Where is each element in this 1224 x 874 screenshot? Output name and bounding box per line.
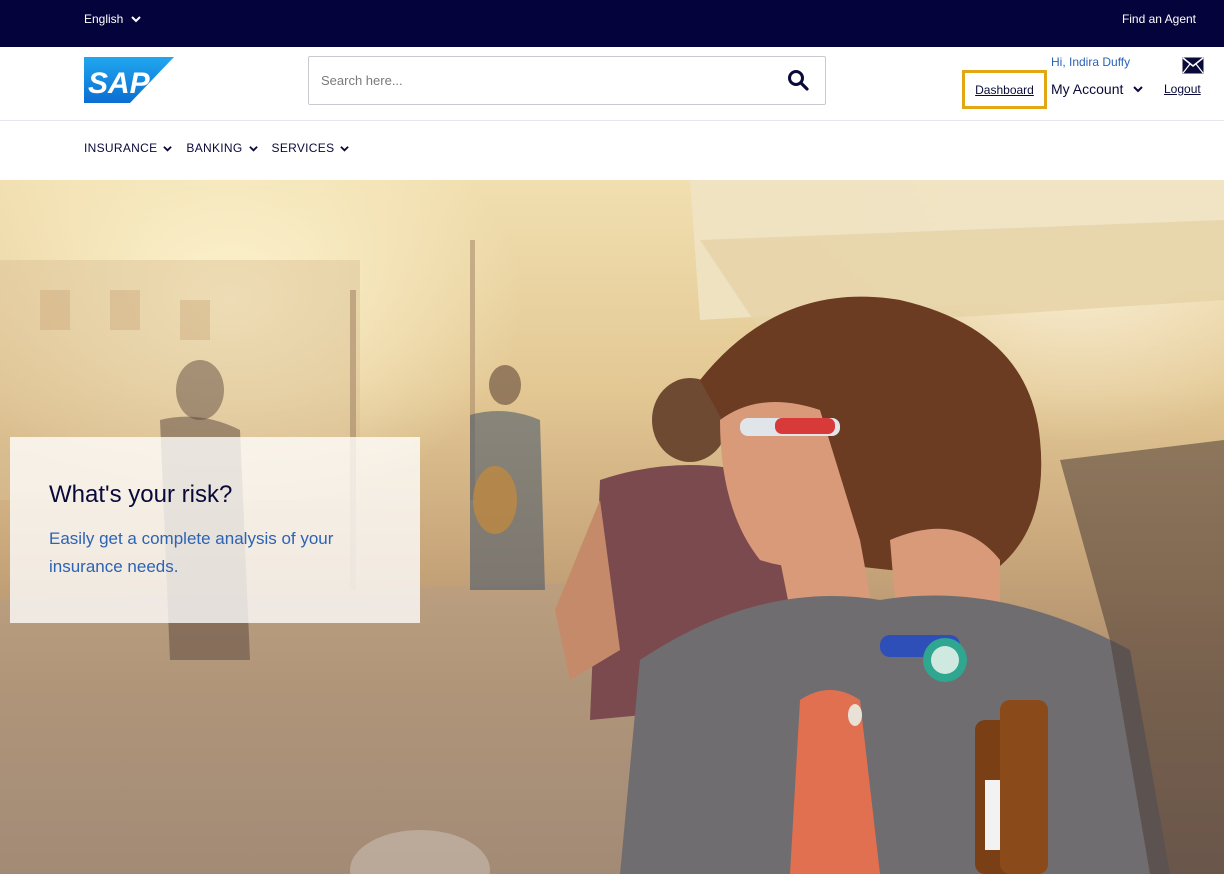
nav-item-label: INSURANCE	[84, 141, 158, 155]
hero-promo-card[interactable]: What's your risk? Easily get a complete …	[10, 437, 420, 623]
site-header: SAP Hi, Indira Duffy Dashboard My Accoun…	[0, 47, 1224, 121]
top-utility-bar: English Find an Agent	[0, 0, 1224, 47]
search-icon[interactable]	[787, 69, 809, 91]
find-agent-link[interactable]: Find an Agent	[1122, 12, 1196, 26]
my-account-menu[interactable]: My Account	[1051, 81, 1144, 97]
search-input[interactable]	[321, 57, 761, 104]
user-greeting: Hi, Indira Duffy	[1051, 55, 1131, 69]
language-label: English	[84, 12, 124, 26]
nav-item-label: SERVICES	[271, 141, 335, 155]
nav-item-insurance[interactable]: INSURANCE	[84, 141, 173, 155]
hero-banner[interactable]: What's your risk? Easily get a complete …	[0, 180, 1224, 874]
chevron-down-icon	[131, 16, 142, 23]
language-selector[interactable]: English	[84, 12, 142, 26]
my-account-label: My Account	[1051, 81, 1124, 97]
sap-logo[interactable]: SAP	[84, 57, 174, 103]
logout-link[interactable]: Logout	[1164, 82, 1201, 96]
chevron-down-icon	[1133, 86, 1144, 93]
dashboard-link[interactable]: Dashboard	[975, 83, 1034, 97]
nav-item-services[interactable]: SERVICES	[272, 141, 350, 155]
search-box	[308, 56, 826, 105]
logo-text: SAP	[88, 67, 151, 100]
mail-icon[interactable]	[1182, 57, 1204, 74]
nav-item-label: BANKING	[186, 141, 243, 155]
dashboard-highlight: Dashboard	[962, 70, 1047, 109]
main-nav: INSURANCE BANKING SERVICES	[0, 121, 1224, 180]
chevron-down-icon	[248, 145, 258, 152]
chevron-down-icon	[340, 145, 350, 152]
hero-subtitle: Easily get a complete analysis of your i…	[49, 529, 334, 576]
chevron-down-icon	[163, 145, 173, 152]
hero-title: What's your risk?	[49, 481, 233, 508]
nav-item-banking[interactable]: BANKING	[186, 141, 258, 155]
